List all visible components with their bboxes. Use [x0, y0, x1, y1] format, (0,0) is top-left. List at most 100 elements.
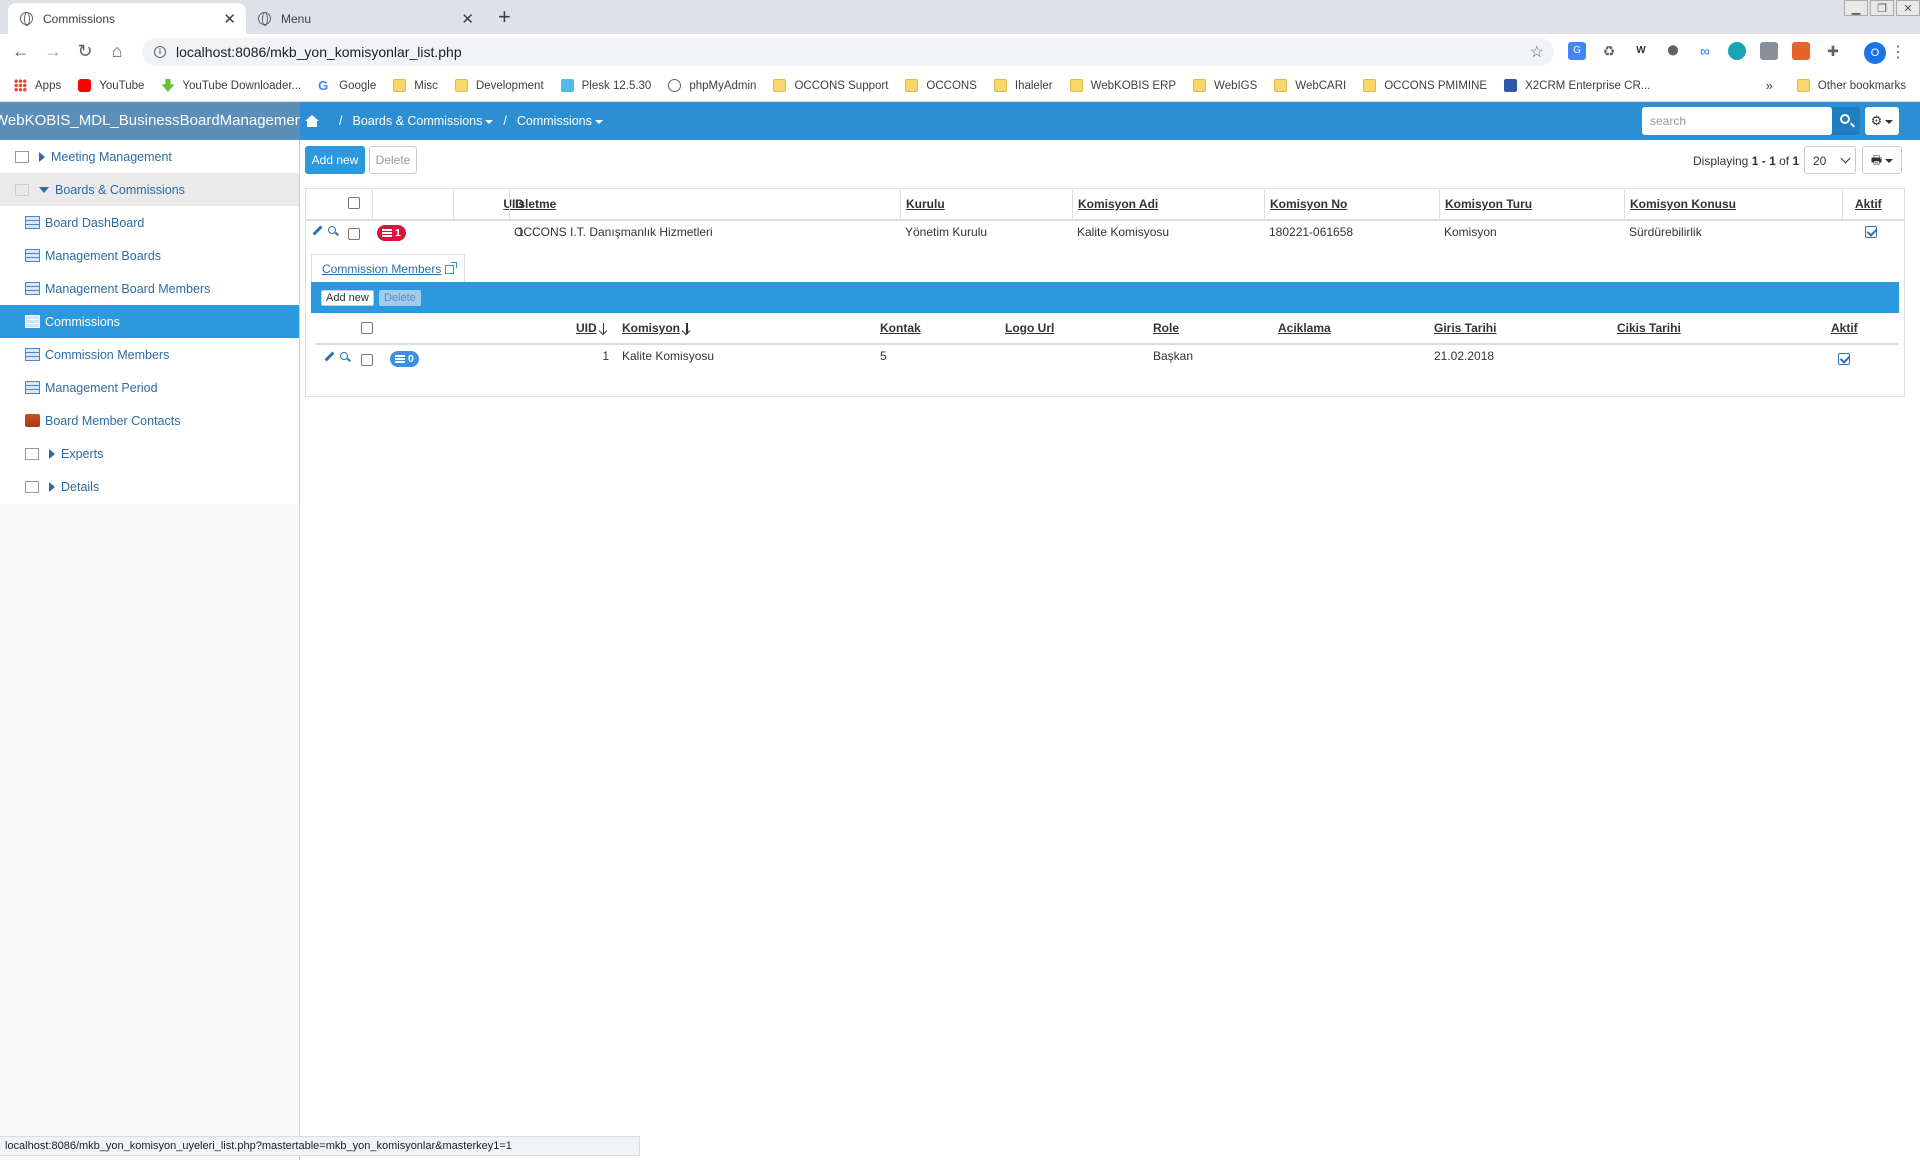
detail-header-kontak[interactable]: Kontak	[880, 317, 921, 339]
add-new-button[interactable]: Add new	[305, 146, 365, 174]
forward-icon[interactable]: →	[42, 41, 64, 62]
pin-extension-icon[interactable]: ⬤	[1664, 42, 1682, 60]
bookmark-webcari[interactable]: WebCARI	[1274, 79, 1346, 92]
more-bookmarks-button[interactable]: »	[1766, 78, 1773, 93]
bookmark-plesk[interactable]: Plesk 12.5.30	[560, 79, 651, 92]
sidebar-item-management-boards[interactable]: Management Boards	[0, 239, 299, 272]
header-isletme[interactable]: Isletme	[509, 189, 905, 219]
bookmark-youtube-downloader[interactable]: YouTube Downloader...	[161, 79, 301, 92]
detail-aktif-checkbox[interactable]	[1838, 353, 1850, 365]
search-button[interactable]	[1832, 107, 1860, 135]
sidebar-item-commission-members[interactable]: Commission Members	[0, 338, 299, 371]
wikipedia-extension-icon[interactable]: W	[1632, 42, 1650, 60]
close-tab-icon[interactable]: ✕	[461, 10, 474, 28]
header-aktif[interactable]: Aktif	[1842, 189, 1904, 219]
bookmark-misc[interactable]: Misc	[393, 79, 438, 92]
details-count-badge[interactable]: 1	[377, 225, 406, 241]
bookmark-occons-support[interactable]: OCCONS Support	[773, 79, 888, 92]
bookmark-webigs[interactable]: WebIGS	[1193, 79, 1257, 92]
info-icon[interactable]: i	[154, 46, 166, 58]
detail-row-checkbox[interactable]	[361, 354, 373, 366]
edit-icon[interactable]	[324, 351, 335, 362]
window-close-button[interactable]: ✕	[1896, 0, 1920, 16]
detail-header-komisyon[interactable]: Komisyon	[622, 317, 688, 339]
detail-header-role[interactable]: Role	[1153, 317, 1179, 339]
reload-icon[interactable]: ↻	[74, 41, 96, 62]
restore-button[interactable]: ❐	[1870, 0, 1894, 16]
bookmark-occons[interactable]: OCCONS	[905, 79, 977, 92]
select-all-checkbox[interactable]	[348, 197, 360, 209]
sidebar-item-meeting-management[interactable]: Meeting Management	[0, 140, 299, 173]
table-icon	[25, 216, 40, 229]
sidebar-item-boards-commissions[interactable]: Boards & Commissions	[0, 173, 299, 206]
external-link-icon[interactable]	[445, 262, 458, 275]
back-icon[interactable]: ←	[10, 41, 32, 62]
page-size-select[interactable]: 20	[1804, 146, 1856, 174]
view-icon[interactable]	[328, 226, 336, 234]
header-komisyon-adi[interactable]: Komisyon Adi	[1072, 189, 1264, 219]
row-checkbox[interactable]	[348, 228, 360, 240]
detail-header-aciklama[interactable]: Aciklama	[1278, 317, 1331, 339]
view-icon[interactable]	[340, 352, 348, 360]
media-extension-icon[interactable]	[1792, 42, 1810, 60]
breadcrumb-boards-commissions[interactable]: Boards & Commissions	[352, 114, 494, 128]
detail-delete-button[interactable]: Delete	[379, 290, 421, 306]
sidebar-item-experts[interactable]: Experts	[0, 437, 299, 470]
detail-header-logo-url[interactable]: Logo Url	[1005, 317, 1054, 339]
detail-header-giris-tarihi[interactable]: Giris Tarihi	[1434, 317, 1496, 339]
breadcrumb-commissions[interactable]: Commissions	[517, 114, 603, 128]
bookmark-webkobis-erp[interactable]: WebKOBIS ERP	[1069, 79, 1176, 92]
new-tab-button[interactable]: +	[498, 4, 511, 30]
edit-icon[interactable]	[312, 225, 323, 236]
circle-extension-icon[interactable]	[1728, 42, 1746, 60]
sidebar-item-management-board-members[interactable]: Management Board Members	[0, 272, 299, 305]
browser-tab-commissions[interactable]: Commissions ✕	[8, 3, 246, 34]
recycle-extension-icon[interactable]: ♻	[1600, 42, 1618, 60]
bookmark-apps[interactable]: Apps	[14, 79, 61, 92]
delete-button[interactable]: Delete	[369, 146, 417, 174]
folder-icon	[454, 79, 468, 92]
bookmark-star-icon[interactable]: ☆	[1530, 42, 1544, 62]
search-input[interactable]: search	[1642, 107, 1832, 135]
app-brand[interactable]: WebKOBIS_MDL_BusinessBoardManagement	[0, 102, 300, 140]
bookmark-phpmyadmin[interactable]: phpMyAdmin	[668, 79, 756, 92]
print-button[interactable]: 🖶	[1862, 146, 1902, 174]
sidebar-item-commissions[interactable]: Commissions	[0, 305, 299, 338]
detail-header-uid[interactable]: UID	[576, 317, 605, 339]
translate-extension-icon[interactable]: G	[1568, 42, 1586, 60]
bookmark-ihaleler[interactable]: Ihaleler	[993, 79, 1053, 92]
aktif-checkbox[interactable]	[1865, 226, 1877, 238]
header-komisyon-konusu[interactable]: Komisyon Konusu	[1624, 189, 1842, 219]
loop-extension-icon[interactable]: ∞	[1696, 42, 1714, 60]
sidebar-item-board-member-contacts[interactable]: Board Member Contacts	[0, 404, 299, 437]
header-kurulu[interactable]: Kurulu	[900, 189, 1072, 219]
browser-tab-menu[interactable]: Menu ✕	[246, 3, 484, 34]
bookmark-google[interactable]: G Google	[318, 79, 376, 92]
minimize-button[interactable]: ▁	[1844, 0, 1868, 16]
detail-header-aktif[interactable]: Aktif	[1831, 317, 1858, 339]
address-bar[interactable]: i localhost:8086/mkb_yon_komisyonlar_lis…	[142, 38, 1554, 66]
bookmark-development[interactable]: Development	[454, 79, 544, 92]
sidebar-item-details[interactable]: Details	[0, 470, 299, 503]
sidebar-item-management-period[interactable]: Management Period	[0, 371, 299, 404]
browser-menu-icon[interactable]: ⋮	[1890, 42, 1906, 62]
calendar-extension-icon[interactable]	[1760, 42, 1778, 60]
home-icon[interactable]: ⌂	[106, 41, 128, 62]
home-icon[interactable]	[305, 115, 319, 127]
detail-header-cikis-tarihi[interactable]: Cikis Tarihi	[1617, 317, 1681, 339]
header-komisyon-no[interactable]: Komisyon No	[1264, 189, 1439, 219]
settings-button[interactable]: ⚙	[1865, 107, 1899, 135]
details-count-badge[interactable]: 0	[390, 351, 419, 367]
bookmark-youtube[interactable]: YouTube	[78, 79, 144, 92]
profile-avatar[interactable]: O	[1864, 42, 1886, 64]
bookmark-occons-pmimine[interactable]: OCCONS PMIMINE	[1363, 79, 1487, 92]
puzzle-extensions-icon[interactable]: ✚	[1824, 42, 1842, 60]
bookmark-x2crm[interactable]: X2CRM Enterprise CR...	[1504, 79, 1650, 92]
other-bookmarks[interactable]: Other bookmarks	[1818, 80, 1906, 92]
sidebar-item-board-dashboard[interactable]: Board DashBoard	[0, 206, 299, 239]
detail-select-all-checkbox[interactable]	[361, 322, 373, 334]
header-komisyon-turu[interactable]: Komisyon Turu	[1439, 189, 1624, 219]
tab-commission-members[interactable]: Commission Members	[311, 254, 466, 282]
close-tab-icon[interactable]: ✕	[223, 10, 236, 28]
detail-add-new-button[interactable]: Add new	[321, 290, 374, 306]
